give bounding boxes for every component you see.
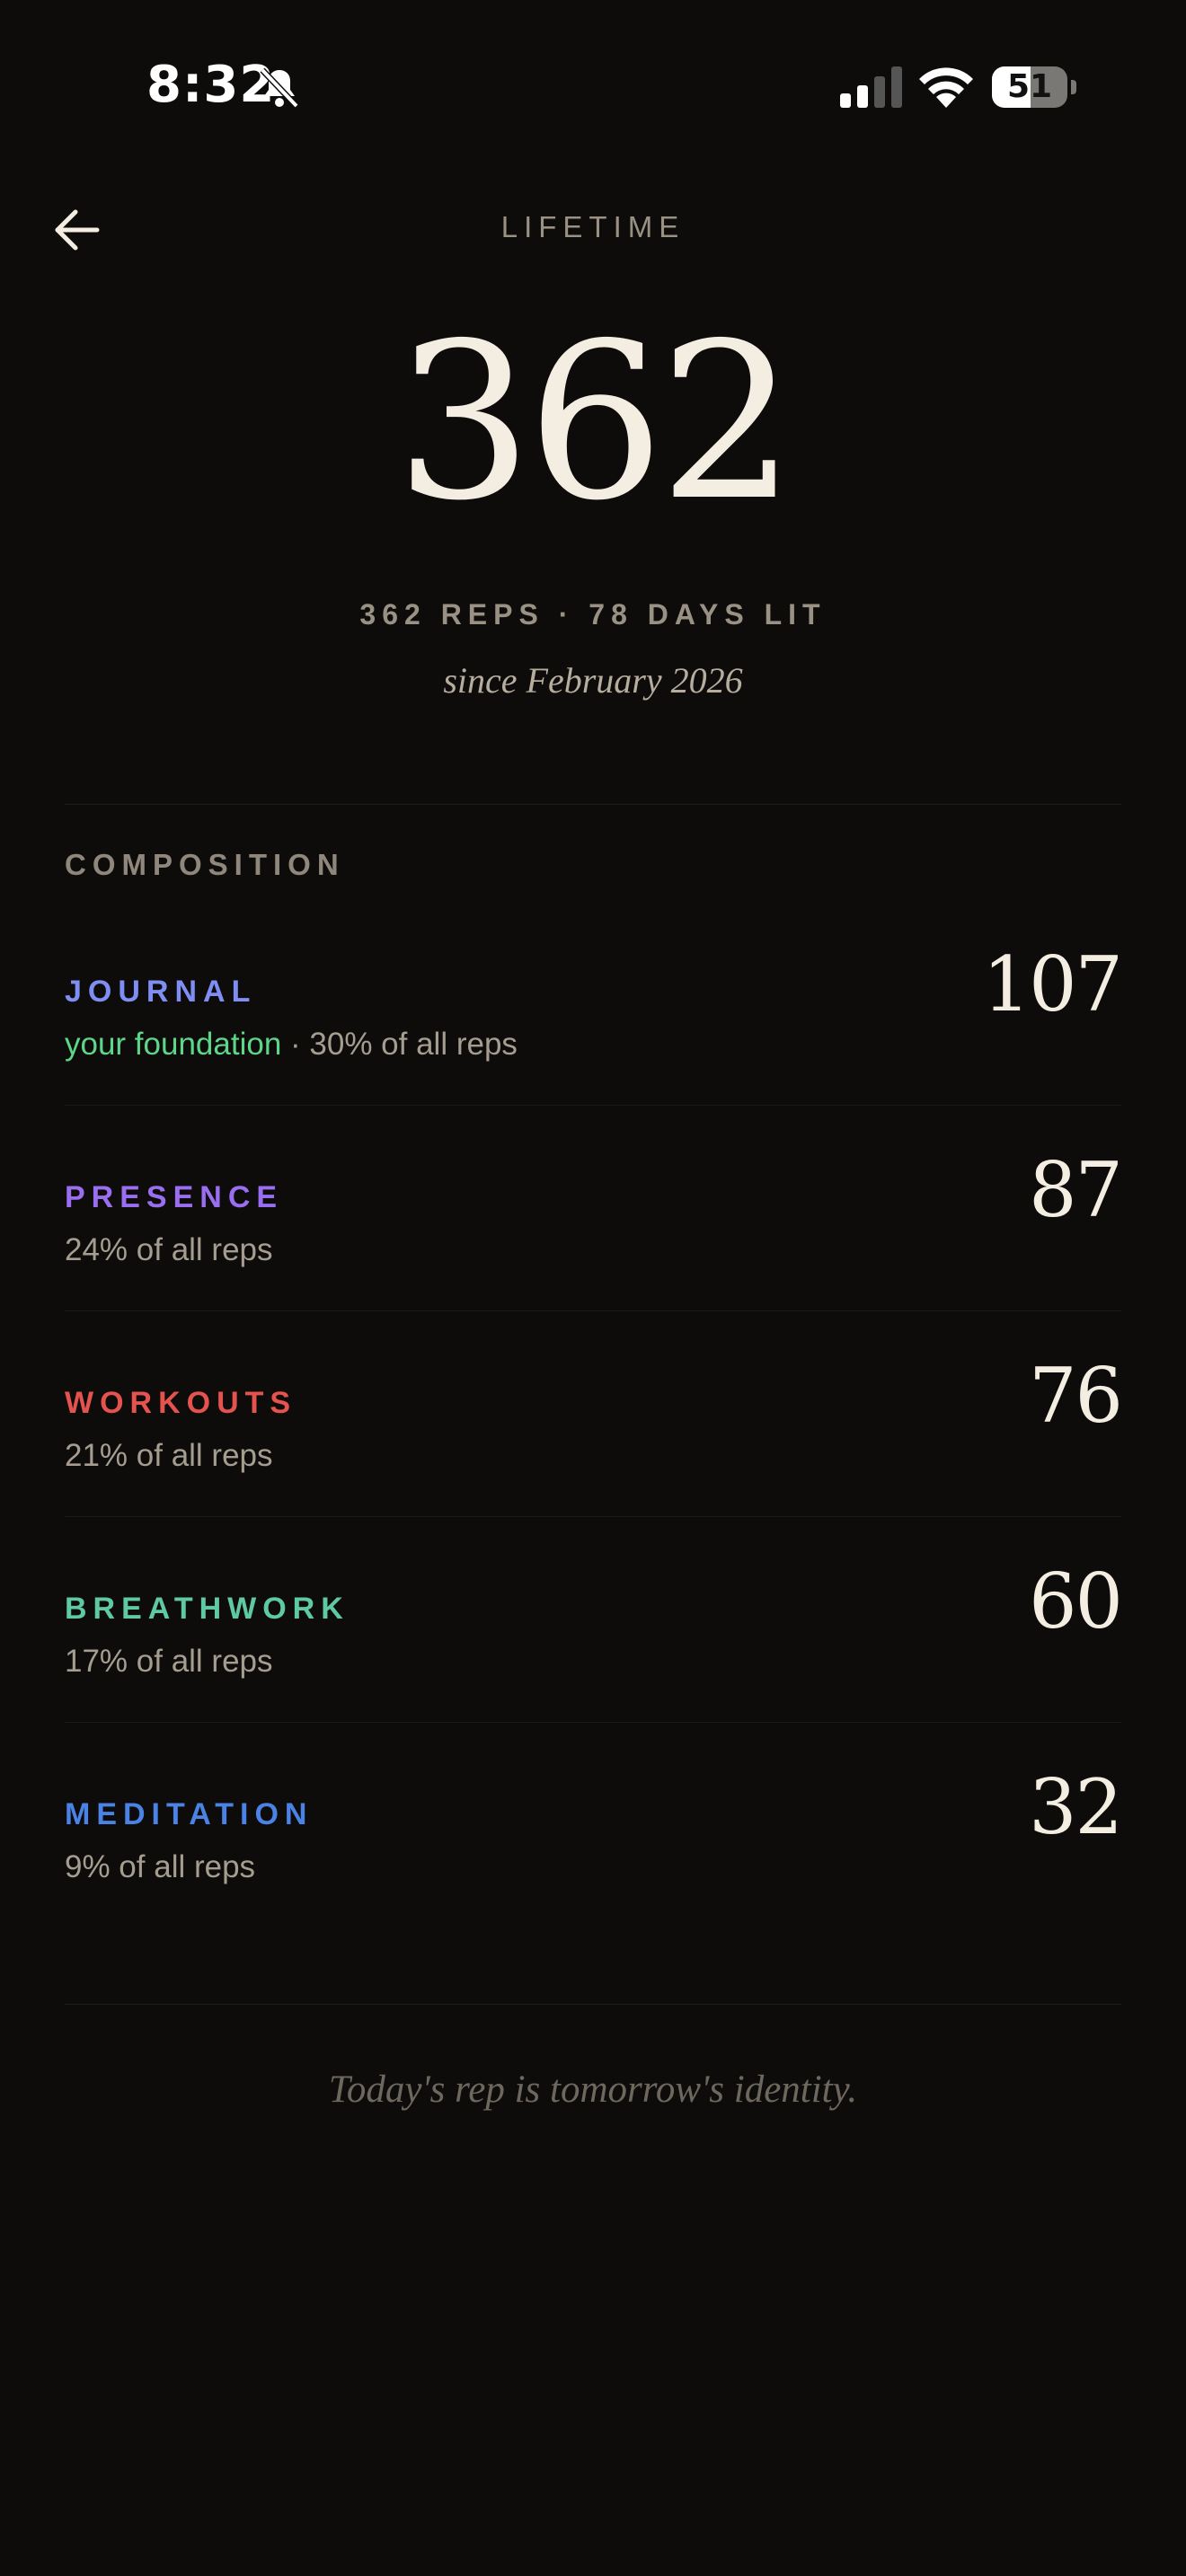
composition-row-breathwork: BREATHWORK 17% of all reps 60 — [65, 1518, 1123, 1723]
category-count: 87 — [1029, 1146, 1123, 1234]
cellular-signal-icon — [840, 66, 902, 108]
foundation-tag: your foundation — [65, 1027, 282, 1062]
page-title: LIFETIME — [500, 210, 686, 243]
category-desc: 21% of all reps — [65, 1438, 273, 1473]
composition-row-meditation: MEDITATION 9% of all reps 32 — [65, 1724, 1123, 1928]
category-count: 107 — [982, 940, 1123, 1028]
status-bar: 8:32 51 — [0, 0, 1186, 171]
status-time: 8:32 — [146, 56, 276, 114]
composition-row-workouts: WORKOUTS 21% of all reps 76 — [65, 1312, 1123, 1517]
category-count: 76 — [1029, 1352, 1123, 1440]
category-desc: 17% of all reps — [65, 1644, 273, 1679]
composition-row-journal: JOURNAL your foundation · 30% of all rep… — [65, 901, 1123, 1106]
row-divider — [65, 1516, 1121, 1517]
composition-row-presence: PRESENCE 24% of all reps 87 — [65, 1107, 1123, 1311]
summary-subtitle: 362 REPS · 78 DAYS LIT — [359, 598, 827, 631]
battery-level: 51 — [1006, 68, 1053, 105]
lifetime-total: 362 — [394, 296, 796, 548]
footer-quote: Today's rep is tomorrow's identity. — [328, 2069, 858, 2111]
footer-divider — [65, 2004, 1121, 2005]
row-divider — [65, 1105, 1121, 1106]
category-count: 60 — [1029, 1557, 1123, 1645]
category-name: WORKOUTS — [65, 1386, 297, 1420]
category-count: 32 — [1029, 1763, 1123, 1851]
category-name: PRESENCE — [65, 1180, 284, 1214]
category-desc: your foundation · 30% of all reps — [65, 1027, 518, 1062]
row-divider — [65, 1310, 1121, 1311]
category-desc: 9% of all reps — [65, 1849, 256, 1884]
category-name: BREATHWORK — [65, 1592, 350, 1626]
section-divider — [65, 804, 1121, 805]
category-name: MEDITATION — [65, 1797, 314, 1831]
row-divider — [65, 1722, 1121, 1723]
bell-slash-icon — [260, 67, 299, 109]
composition-label: COMPOSITION — [65, 848, 345, 881]
battery-icon: 51 — [992, 66, 1078, 108]
wifi-icon — [919, 67, 973, 108]
category-desc: 24% of all reps — [65, 1232, 273, 1267]
since-date: since February 2026 — [443, 660, 743, 701]
category-name: JOURNAL — [65, 975, 257, 1009]
